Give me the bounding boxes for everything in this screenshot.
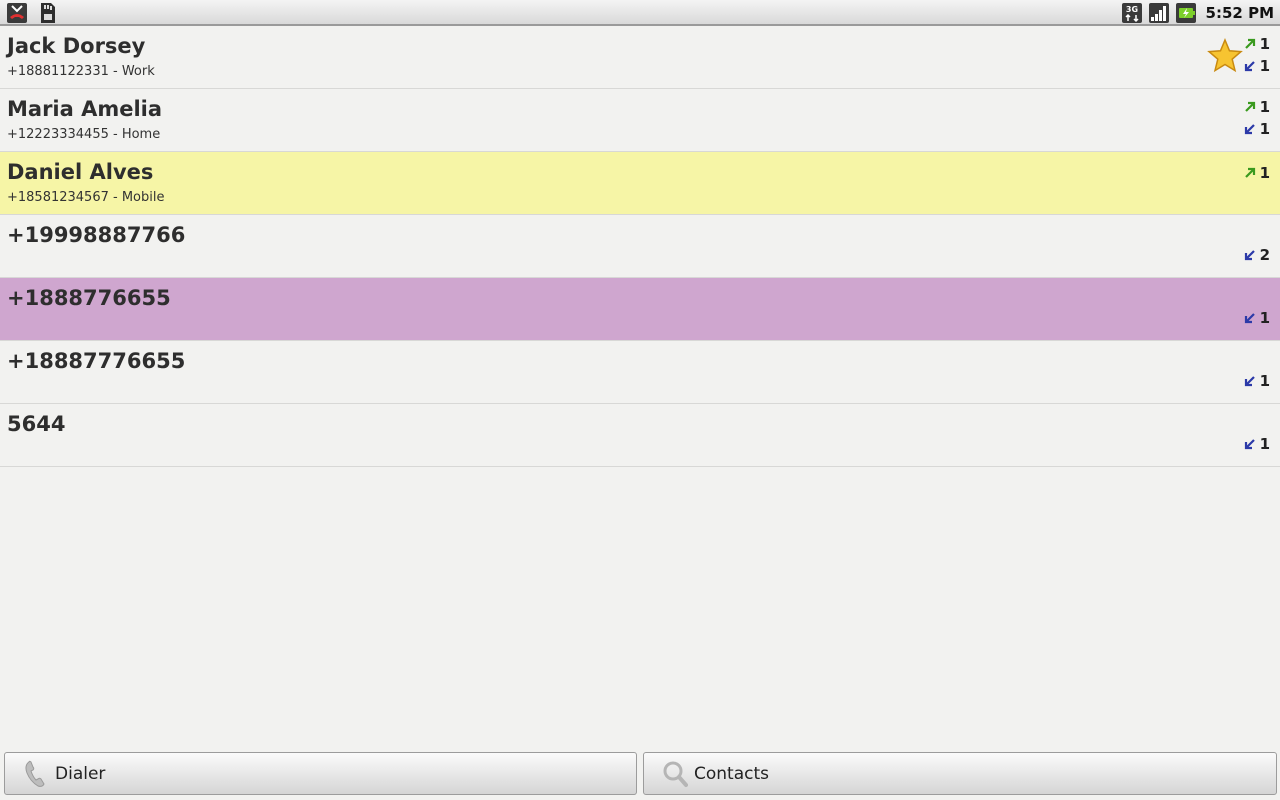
contact-name: +18887776655 bbox=[7, 349, 186, 373]
clock: 5:52 PM bbox=[1205, 4, 1274, 22]
3g-data-icon: 3G bbox=[1121, 2, 1143, 24]
incoming-call-count: 1 bbox=[1243, 309, 1270, 327]
phone-handset-icon bbox=[25, 760, 45, 787]
contact-name: +1888776655 bbox=[7, 286, 171, 310]
contact-name: Daniel Alves bbox=[7, 160, 154, 184]
contact-name: Maria Amelia bbox=[7, 97, 163, 121]
incoming-call-icon bbox=[1244, 439, 1255, 450]
battery-charging-icon bbox=[1175, 2, 1197, 24]
call-log-item[interactable]: Jack Dorsey +18881122331 - Work 1 1 bbox=[0, 26, 1280, 89]
contact-name: Jack Dorsey bbox=[7, 34, 146, 58]
dialer-label: Dialer bbox=[55, 763, 106, 784]
outgoing-call-icon bbox=[1244, 167, 1255, 178]
incoming-call-icon bbox=[1244, 376, 1255, 387]
call-log-item[interactable]: 5644 1 bbox=[0, 404, 1280, 467]
contact-number-label: +18581234567 - Mobile bbox=[7, 190, 165, 205]
call-log-item[interactable]: +18887776655 1 bbox=[0, 341, 1280, 404]
outgoing-call-icon bbox=[1244, 38, 1255, 49]
incoming-call-count: 1 bbox=[1243, 120, 1270, 138]
status-bar: 3G 5:52 PM bbox=[0, 0, 1280, 26]
search-icon bbox=[663, 761, 688, 787]
incoming-call-icon bbox=[1244, 124, 1255, 135]
status-left bbox=[6, 2, 58, 24]
contact-number-label: +18881122331 - Work bbox=[7, 64, 155, 79]
incoming-call-icon bbox=[1244, 313, 1255, 324]
call-log-list: Jack Dorsey +18881122331 - Work 1 1 Mari… bbox=[0, 26, 1280, 467]
outgoing-call-icon bbox=[1244, 101, 1255, 112]
dialer-button[interactable]: Dialer bbox=[4, 752, 637, 795]
missed-call-icon[interactable] bbox=[6, 2, 28, 24]
incoming-call-count: 1 bbox=[1243, 57, 1270, 75]
contact-name: 5644 bbox=[7, 412, 66, 436]
call-log-item[interactable]: Daniel Alves +18581234567 - Mobile 1 bbox=[0, 152, 1280, 215]
signal-strength-icon bbox=[1148, 2, 1170, 24]
incoming-call-icon bbox=[1244, 250, 1255, 261]
svg-text:3G: 3G bbox=[1125, 5, 1137, 14]
outgoing-call-count: 1 bbox=[1243, 35, 1270, 53]
call-log-item[interactable]: Maria Amelia +12223334455 - Home 1 1 bbox=[0, 89, 1280, 152]
status-right: 3G 5:52 PM bbox=[1121, 2, 1274, 24]
contacts-button[interactable]: Contacts bbox=[643, 752, 1277, 795]
outgoing-call-count: 1 bbox=[1243, 98, 1270, 116]
contacts-label: Contacts bbox=[694, 763, 769, 784]
outgoing-call-count: 1 bbox=[1243, 164, 1270, 182]
starred-icon bbox=[1207, 38, 1243, 74]
incoming-call-icon bbox=[1244, 61, 1255, 72]
incoming-call-count: 1 bbox=[1243, 372, 1270, 390]
incoming-call-count: 1 bbox=[1243, 435, 1270, 453]
contact-number-label: +12223334455 - Home bbox=[7, 127, 161, 142]
incoming-call-count: 2 bbox=[1243, 246, 1270, 264]
contact-name: +19998887766 bbox=[7, 223, 186, 247]
call-log-item[interactable]: +1888776655 1 bbox=[0, 278, 1280, 341]
call-log-item[interactable]: +19998887766 2 bbox=[0, 215, 1280, 278]
bottom-button-bar: Dialer Contacts bbox=[0, 750, 1280, 800]
sd-card-icon[interactable] bbox=[36, 2, 58, 24]
